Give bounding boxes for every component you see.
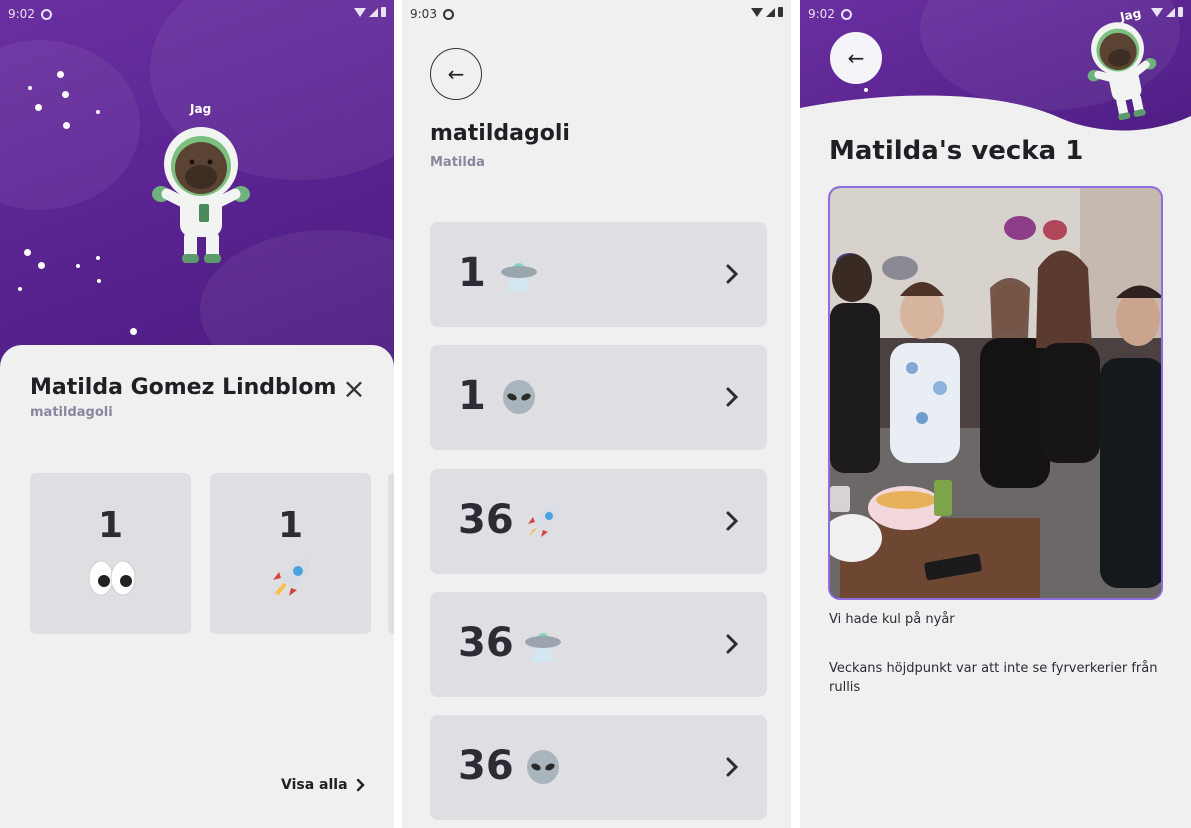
reaction-count: 36: [458, 620, 514, 666]
reaction-card-partial: [388, 473, 394, 634]
list-item[interactable]: 1: [430, 345, 767, 450]
astronaut-avatar[interactable]: [145, 122, 257, 267]
wifi-icon: [1151, 7, 1163, 17]
ufo-icon: [525, 633, 561, 662]
reaction-list-screen: 9:03 ← matildagoli Matilda 1 1 36 36 36: [402, 0, 791, 828]
profile-bottom-sheet: Matilda Gomez Lindblom matildagoli × 1 1: [0, 345, 394, 828]
chevron-right-icon: [726, 634, 739, 654]
reaction-count: 36: [458, 497, 514, 543]
chevron-right-icon: [726, 757, 739, 777]
status-time: 9:03: [410, 7, 437, 21]
astronaut-avatar[interactable]: [1082, 18, 1162, 122]
signal-icon: [766, 7, 775, 17]
chevron-right-icon: [726, 387, 739, 407]
post-photo: [828, 186, 1163, 600]
reaction-count: 1: [277, 505, 304, 546]
profile-full-name: Matilda Gomez Lindblom: [30, 375, 337, 400]
status-time: 9:02: [8, 7, 35, 21]
show-all-label: Visa alla: [281, 777, 348, 793]
rocket-icon: [210, 552, 371, 604]
reaction-card[interactable]: 1: [210, 473, 371, 634]
post-caption: Vi hade kul på nyår: [829, 612, 955, 627]
sync-icon: [840, 8, 852, 20]
signal-icon: [1166, 7, 1175, 17]
show-all-link[interactable]: Visa alla: [281, 777, 365, 793]
sync-icon: [40, 8, 52, 20]
reaction-count: 1: [458, 250, 486, 296]
list-item[interactable]: 36: [430, 715, 767, 820]
arrow-left-icon: ←: [847, 46, 865, 70]
profile-username: matildagoli: [30, 405, 113, 420]
sync-icon: [442, 8, 454, 20]
status-time: 9:02: [808, 7, 835, 21]
arrow-left-icon: ←: [447, 62, 465, 86]
status-bar: 9:02: [0, 0, 394, 28]
back-button[interactable]: ←: [830, 32, 882, 84]
chevron-right-icon: [356, 778, 365, 792]
chevron-right-icon: [726, 264, 739, 284]
profile-sheet-screen: 9:02 Jag Matilda Gomez Lindblom matildag…: [0, 0, 394, 828]
battery-icon: [381, 7, 386, 17]
list-item[interactable]: 1: [430, 222, 767, 327]
chevron-right-icon: [726, 511, 739, 531]
back-button[interactable]: ←: [430, 48, 482, 100]
alien-icon: [503, 380, 535, 414]
page-title: matildagoli: [430, 121, 570, 146]
list-item[interactable]: 36: [430, 592, 767, 697]
eyes-icon: [30, 552, 191, 604]
list-item[interactable]: 36: [430, 469, 767, 574]
status-bar: 9:03: [402, 0, 791, 28]
rocket-icon: [528, 505, 560, 537]
battery-icon: [1178, 7, 1183, 17]
reaction-count: 1: [458, 373, 486, 419]
wifi-icon: [751, 7, 763, 17]
weekly-post-screen: 9:02 Jag ← Matilda's vecka 1 Vi hade kul…: [800, 0, 1191, 828]
page-title: Matilda's vecka 1: [829, 136, 1084, 166]
alien-icon: [527, 750, 559, 784]
reaction-count: 36: [458, 743, 514, 789]
ufo-icon: [501, 263, 537, 292]
wifi-icon: [354, 7, 366, 17]
battery-icon: [778, 7, 783, 17]
post-highlight: Veckans höjdpunkt var att inte se fyrver…: [829, 661, 1158, 695]
display-name: Matilda: [430, 155, 485, 170]
reaction-card[interactable]: 1: [30, 473, 191, 634]
reaction-count: 1: [97, 505, 124, 546]
close-icon[interactable]: ×: [340, 375, 368, 403]
avatar-label: Jag: [190, 102, 212, 116]
signal-icon: [369, 7, 378, 17]
